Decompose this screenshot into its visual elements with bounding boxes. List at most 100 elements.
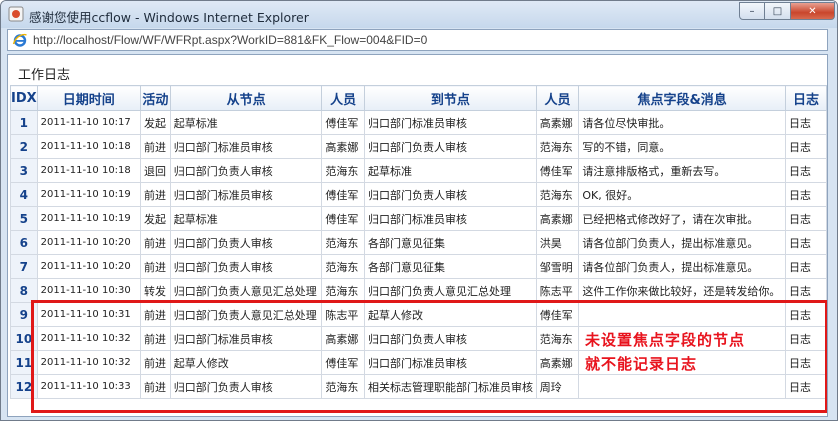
row-log-link[interactable]: 日志	[784, 182, 827, 207]
row-to-node: 归口部门负责人审核	[363, 326, 537, 351]
ie-logo-icon	[12, 34, 27, 47]
address-bar[interactable]: http://localhost/Flow/WF/WFRpt.aspx?Work…	[7, 29, 828, 51]
row-from-node: 归口部门标准员审核	[169, 182, 323, 207]
page-title: 工作日志	[18, 68, 71, 83]
annotation-line-1: 未设置焦点字段的节点	[585, 331, 746, 349]
row-action: 前进	[139, 302, 171, 327]
page-content: 工作日志 IDX 日期时间 活动 从节点 人员 到节点 人员 焦点字段&消息 日…	[7, 54, 828, 417]
col-header-idx[interactable]: IDX	[10, 85, 38, 111]
table-row: 2 2011-11-10 10:18 前进 归口部门标准员审核 高素娜 归口部门负责人审核…	[10, 134, 827, 159]
row-action: 发起	[139, 110, 171, 135]
row-from-node: 起草标准	[169, 110, 323, 135]
row-log-link[interactable]: 日志	[784, 278, 827, 303]
row-message: OK, 很好。	[578, 182, 786, 207]
row-to-user: 高素娜	[535, 110, 580, 135]
row-datetime: 2011-11-10 10:30	[36, 278, 141, 303]
row-from-node: 归口部门负责人审核	[169, 254, 323, 279]
row-datetime: 2011-11-10 10:19	[36, 206, 141, 231]
col-header-datetime[interactable]: 日期时间	[36, 85, 141, 111]
row-to-node: 归口部门标准员审核	[363, 110, 537, 135]
table-header-row: IDX 日期时间 活动 从节点 人员 到节点 人员 焦点字段&消息 日志	[10, 85, 827, 111]
row-action: 前进	[139, 254, 171, 279]
row-message: 这件工作你来做比较好，还是转发给你。	[578, 278, 786, 303]
row-to-user: 高素娜	[535, 206, 580, 231]
row-idx: 2	[10, 134, 38, 159]
window-title: 感谢您使用ccflow - Windows Internet Explorer	[29, 10, 309, 25]
row-to-node: 归口部门负责人审核	[363, 134, 537, 159]
maximize-button[interactable]: □	[765, 2, 791, 20]
row-action: 发起	[139, 206, 171, 231]
col-header-to-node[interactable]: 到节点	[363, 85, 537, 111]
row-from-node: 归口部门负责人审核	[169, 158, 323, 183]
row-to-user: 邹雪明	[535, 254, 580, 279]
row-log-link[interactable]: 日志	[784, 110, 827, 135]
row-datetime: 2011-11-10 10:31	[36, 302, 141, 327]
row-to-user: 傅佳军	[535, 158, 580, 183]
row-from-user: 范海东	[321, 230, 365, 255]
row-log-link[interactable]: 日志	[784, 374, 827, 399]
row-idx: 6	[10, 230, 38, 255]
row-from-user: 高素娜	[321, 134, 365, 159]
row-from-user: 陈志平	[321, 302, 365, 327]
row-datetime: 2011-11-10 10:32	[36, 326, 141, 351]
row-from-node: 归口部门负责人审核	[169, 374, 323, 399]
row-idx: 8	[10, 278, 38, 303]
url-text[interactable]: http://localhost/Flow/WF/WFRpt.aspx?Work…	[33, 33, 427, 47]
row-from-node: 归口部门标准员审核	[169, 134, 323, 159]
row-from-user: 傅佳军	[321, 206, 365, 231]
window-controls: – □ ✕	[739, 2, 835, 21]
row-from-node: 起草人修改	[169, 350, 323, 375]
table-row: 5 2011-11-10 10:19 发起 起草标准 傅佳军 归口部门标准员审核 高素娜 已经…	[10, 206, 827, 231]
row-datetime: 2011-11-10 10:18	[36, 158, 141, 183]
row-to-user: 傅佳军	[535, 302, 580, 327]
col-header-action[interactable]: 活动	[139, 85, 171, 111]
table-row: 3 2011-11-10 10:18 退回 归口部门负责人审核 范海东 起草标准 傅佳军 请注…	[10, 158, 827, 183]
col-header-to-user[interactable]: 人员	[535, 85, 580, 111]
app-icon	[8, 6, 24, 22]
row-log-link[interactable]: 日志	[784, 302, 827, 327]
row-action: 退回	[139, 158, 171, 183]
row-log-link[interactable]: 日志	[784, 350, 827, 375]
row-idx: 3	[10, 158, 38, 183]
row-log-link[interactable]: 日志	[784, 158, 827, 183]
table-row: 6 2011-11-10 10:20 前进 归口部门负责人审核 范海东 各部门意见征集 洪昊…	[10, 230, 827, 255]
row-log-link[interactable]: 日志	[784, 326, 827, 351]
row-from-user: 傅佳军	[321, 350, 365, 375]
row-message: 请注意排版格式，重新去写。	[578, 158, 786, 183]
row-to-node: 起草人修改	[363, 302, 537, 327]
row-datetime: 2011-11-10 10:18	[36, 134, 141, 159]
col-header-log[interactable]: 日志	[784, 85, 827, 111]
row-log-link[interactable]: 日志	[784, 254, 827, 279]
table-row: 7 2011-11-10 10:20 前进 归口部门负责人审核 范海东 各部门意见征集 邹雪…	[10, 254, 827, 279]
row-log-link[interactable]: 日志	[784, 134, 827, 159]
minimize-button[interactable]: –	[739, 2, 765, 20]
row-idx: 11	[10, 350, 38, 375]
row-from-user: 傅佳军	[321, 110, 365, 135]
row-idx: 9	[10, 302, 38, 327]
row-message: 请各位部门负责人，提出标准意见。	[578, 254, 786, 279]
row-log-link[interactable]: 日志	[784, 230, 827, 255]
row-to-node: 归口部门负责人意见汇总处理	[363, 278, 537, 303]
row-datetime: 2011-11-10 10:32	[36, 350, 141, 375]
row-from-node: 归口部门负责人意见汇总处理	[169, 278, 323, 303]
row-action: 前进	[139, 326, 171, 351]
row-from-user: 范海东	[321, 254, 365, 279]
annotation-line-2: 就不能记录日志	[585, 355, 698, 373]
row-datetime: 2011-11-10 10:19	[36, 182, 141, 207]
row-from-node: 归口部门负责人审核	[169, 230, 323, 255]
row-from-user: 范海东	[321, 278, 365, 303]
row-message	[578, 374, 786, 399]
row-message: 写的不错，同意。	[578, 134, 786, 159]
col-header-message[interactable]: 焦点字段&消息	[578, 85, 786, 111]
table-row: 1 2011-11-10 10:17 发起 起草标准 傅佳军 归口部门标准员审核 高素娜 请各…	[10, 110, 827, 135]
close-button[interactable]: ✕	[791, 2, 835, 20]
table-row: 12 2011-11-10 10:33 前进 归口部门负责人审核 范海东 相关标志管理职能…	[10, 374, 827, 399]
row-log-link[interactable]: 日志	[784, 206, 827, 231]
row-to-user: 陈志平	[535, 278, 580, 303]
row-to-user: 高素娜	[535, 350, 580, 375]
title-bar[interactable]: 感谢您使用ccflow - Windows Internet Explorer …	[1, 1, 837, 28]
col-header-from-user[interactable]: 人员	[321, 85, 365, 111]
row-message	[578, 302, 786, 327]
row-idx: 7	[10, 254, 38, 279]
col-header-from-node[interactable]: 从节点	[169, 85, 323, 111]
